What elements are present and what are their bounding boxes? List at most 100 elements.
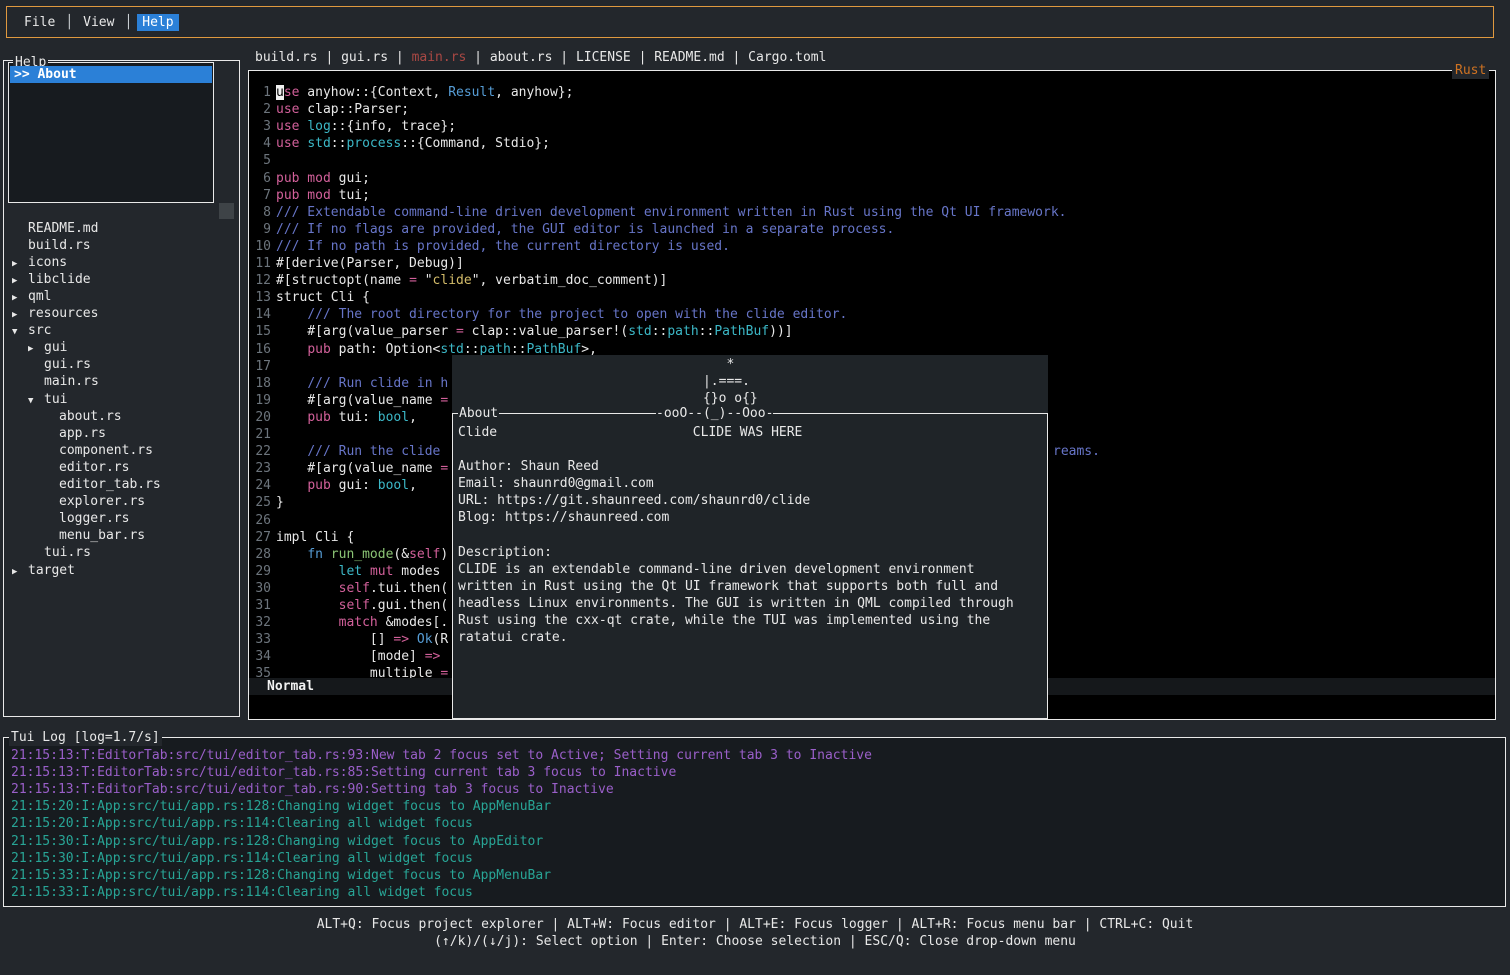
tree-item-logger.rs[interactable]: logger.rs	[4, 510, 239, 527]
line-number: 10	[255, 238, 271, 255]
tree-item-gui.rs[interactable]: gui.rs	[4, 356, 239, 373]
menu-bar-items: File│View│Help	[19, 14, 179, 31]
line-number: 19	[255, 392, 271, 409]
code-line[interactable]: 5	[255, 152, 276, 169]
code-line[interactable]: 32 match &modes[.	[255, 614, 448, 631]
tab-build.rs[interactable]: build.rs	[255, 50, 318, 65]
code-line[interactable]: 28 fn run_mode(&self)	[255, 546, 448, 563]
tree-item-editor.rs[interactable]: editor.rs	[4, 459, 239, 476]
tree-item-target[interactable]: ▶ target	[4, 562, 239, 579]
editor-tab-bar: build.rs | gui.rs | main.rs | about.rs |…	[255, 49, 826, 66]
code-line[interactable]: 18 /// Run clide in h	[255, 375, 448, 392]
line-number: 22	[255, 443, 271, 460]
code-line[interactable]: 34 [mode] =>	[255, 648, 440, 665]
tree-item-menu_bar.rs[interactable]: menu_bar.rs	[4, 527, 239, 544]
line-number: 32	[255, 614, 271, 631]
code-line[interactable]: 1use anyhow::{Context, Result, anyhow};	[255, 84, 573, 101]
line-number: 3	[255, 118, 271, 135]
code-line[interactable]: 4use std::process::{Command, Stdio};	[255, 135, 550, 152]
code-line[interactable]: 33 [] => Ok(R	[255, 631, 448, 648]
code-line[interactable]: 15 #[arg(value_parser = clap::value_pars…	[255, 323, 793, 340]
code-line[interactable]: 25}	[255, 494, 284, 511]
explorer-scrollbar-thumb[interactable]	[219, 203, 234, 219]
code-line[interactable]: 21	[255, 426, 276, 443]
code-line[interactable]: 2use clap::Parser;	[255, 101, 409, 118]
code-line[interactable]: 30 self.tui.then(	[255, 580, 448, 597]
tree-item-label: target	[28, 562, 75, 579]
code-line[interactable]: 11#[derive(Parser, Debug)]	[255, 255, 464, 272]
code-line[interactable]: 29 let mut modes	[255, 563, 440, 580]
tree-item-component.rs[interactable]: component.rs	[4, 442, 239, 459]
tree-item-label: tui.rs	[44, 544, 91, 561]
code-line[interactable]: 24 pub gui: bool,	[255, 477, 417, 494]
tree-item-resources[interactable]: ▶resources	[4, 305, 239, 322]
code-line[interactable]: 26	[255, 512, 276, 529]
about-dialog-title: About	[458, 405, 499, 422]
log-entry: 21:15:30:I:App:src/tui/app.rs:114:Cleari…	[11, 850, 473, 867]
menu-item-help[interactable]: Help	[137, 14, 178, 31]
line-number: 34	[255, 648, 271, 665]
tab-separator: |	[552, 50, 575, 65]
code-line[interactable]: 7pub mod tui;	[255, 187, 370, 204]
tree-item-main.rs[interactable]: main.rs	[4, 373, 239, 390]
line-number: 12	[255, 272, 271, 289]
tab-separator: |	[466, 50, 489, 65]
tree-item-libclide[interactable]: ▶libclide	[4, 271, 239, 288]
code-line[interactable]: 13struct Cli {	[255, 289, 370, 306]
tree-item-about.rs[interactable]: about.rs	[4, 408, 239, 425]
line-number: 9	[255, 221, 271, 238]
code-line[interactable]: 8/// Extendable command-line driven deve…	[255, 204, 1067, 221]
tree-item-qml[interactable]: ▶qml	[4, 288, 239, 305]
tree-item-tui.rs[interactable]: tui.rs	[4, 544, 239, 561]
menu-item-view[interactable]: View	[78, 14, 119, 31]
code-line[interactable]: 20 pub tui: bool,	[255, 409, 417, 426]
code-line[interactable]: 14 /// The root directory for the projec…	[255, 306, 847, 323]
code-line[interactable]: 10/// If no path is provided, the curren…	[255, 238, 730, 255]
tree-item-label: libclide	[28, 271, 91, 288]
code-line[interactable]: 19 #[arg(value_name =	[255, 392, 448, 409]
tab-about.rs[interactable]: about.rs	[490, 50, 553, 65]
tree-item-editor_tab.rs[interactable]: editor_tab.rs	[4, 476, 239, 493]
tree-item-label: app.rs	[59, 425, 106, 442]
tree-item-label: src	[28, 322, 51, 339]
code-line[interactable]: 22 /// Run the clide	[255, 443, 440, 460]
code-line[interactable]: 27impl Cli {	[255, 529, 354, 546]
tree-item-gui[interactable]: ▶gui	[4, 339, 239, 356]
shortcut-help-line-1: ALT+Q: Focus project explorer | ALT+W: F…	[0, 916, 1510, 933]
tree-item-label: gui	[44, 339, 67, 356]
tab-main.rs[interactable]: main.rs	[412, 50, 467, 65]
tree-item-build.rs[interactable]: build.rs	[4, 237, 239, 254]
line-number: 17	[255, 358, 271, 375]
about-dialog: * |.===. {}o o{} About -ooO--(_)--Ooo- C…	[452, 355, 1048, 719]
tree-item-icons[interactable]: ▶icons	[4, 254, 239, 271]
code-line[interactable]: 23 #[arg(value_name =	[255, 460, 448, 477]
line-number: 14	[255, 306, 271, 323]
dropdown-item-about[interactable]: >> About	[10, 66, 212, 83]
code-line[interactable]: 12#[structopt(name = "clide", verbatim_d…	[255, 272, 667, 289]
menu-separator: │	[60, 15, 78, 30]
menu-item-file[interactable]: File	[19, 14, 60, 31]
line-number: 16	[255, 341, 271, 358]
code-line[interactable]: 9/// If no flags are provided, the GUI e…	[255, 221, 894, 238]
tab-LICENSE[interactable]: LICENSE	[576, 50, 631, 65]
line-number: 27	[255, 529, 271, 546]
line-number: 21	[255, 426, 271, 443]
code-line[interactable]: 3use log::{info, trace};	[255, 118, 456, 135]
tree-item-app.rs[interactable]: app.rs	[4, 425, 239, 442]
tree-item-README.md[interactable]: README.md	[4, 220, 239, 237]
collapsed-arrow-icon[interactable]: ▶	[12, 564, 17, 581]
tab-README.md[interactable]: README.md	[654, 50, 724, 65]
code-line[interactable]: 6pub mod gui;	[255, 170, 370, 187]
tab-Cargo.toml[interactable]: Cargo.toml	[748, 50, 826, 65]
tree-item-src[interactable]: ▼src	[4, 322, 239, 339]
tree-item-tui[interactable]: ▼tui	[4, 391, 239, 408]
code-line[interactable]: 31 self.gui.then(	[255, 597, 448, 614]
log-entry: 21:15:33:I:App:src/tui/app.rs:128:Changi…	[11, 867, 551, 884]
line-number: 18	[255, 375, 271, 392]
tab-gui.rs[interactable]: gui.rs	[341, 50, 388, 65]
tree-item-label: gui.rs	[44, 356, 91, 373]
tree-item-label: build.rs	[28, 237, 91, 254]
tree-item-explorer.rs[interactable]: explorer.rs	[4, 493, 239, 510]
code-line[interactable]: 17	[255, 358, 276, 375]
tree-item-label: resources	[28, 305, 98, 322]
